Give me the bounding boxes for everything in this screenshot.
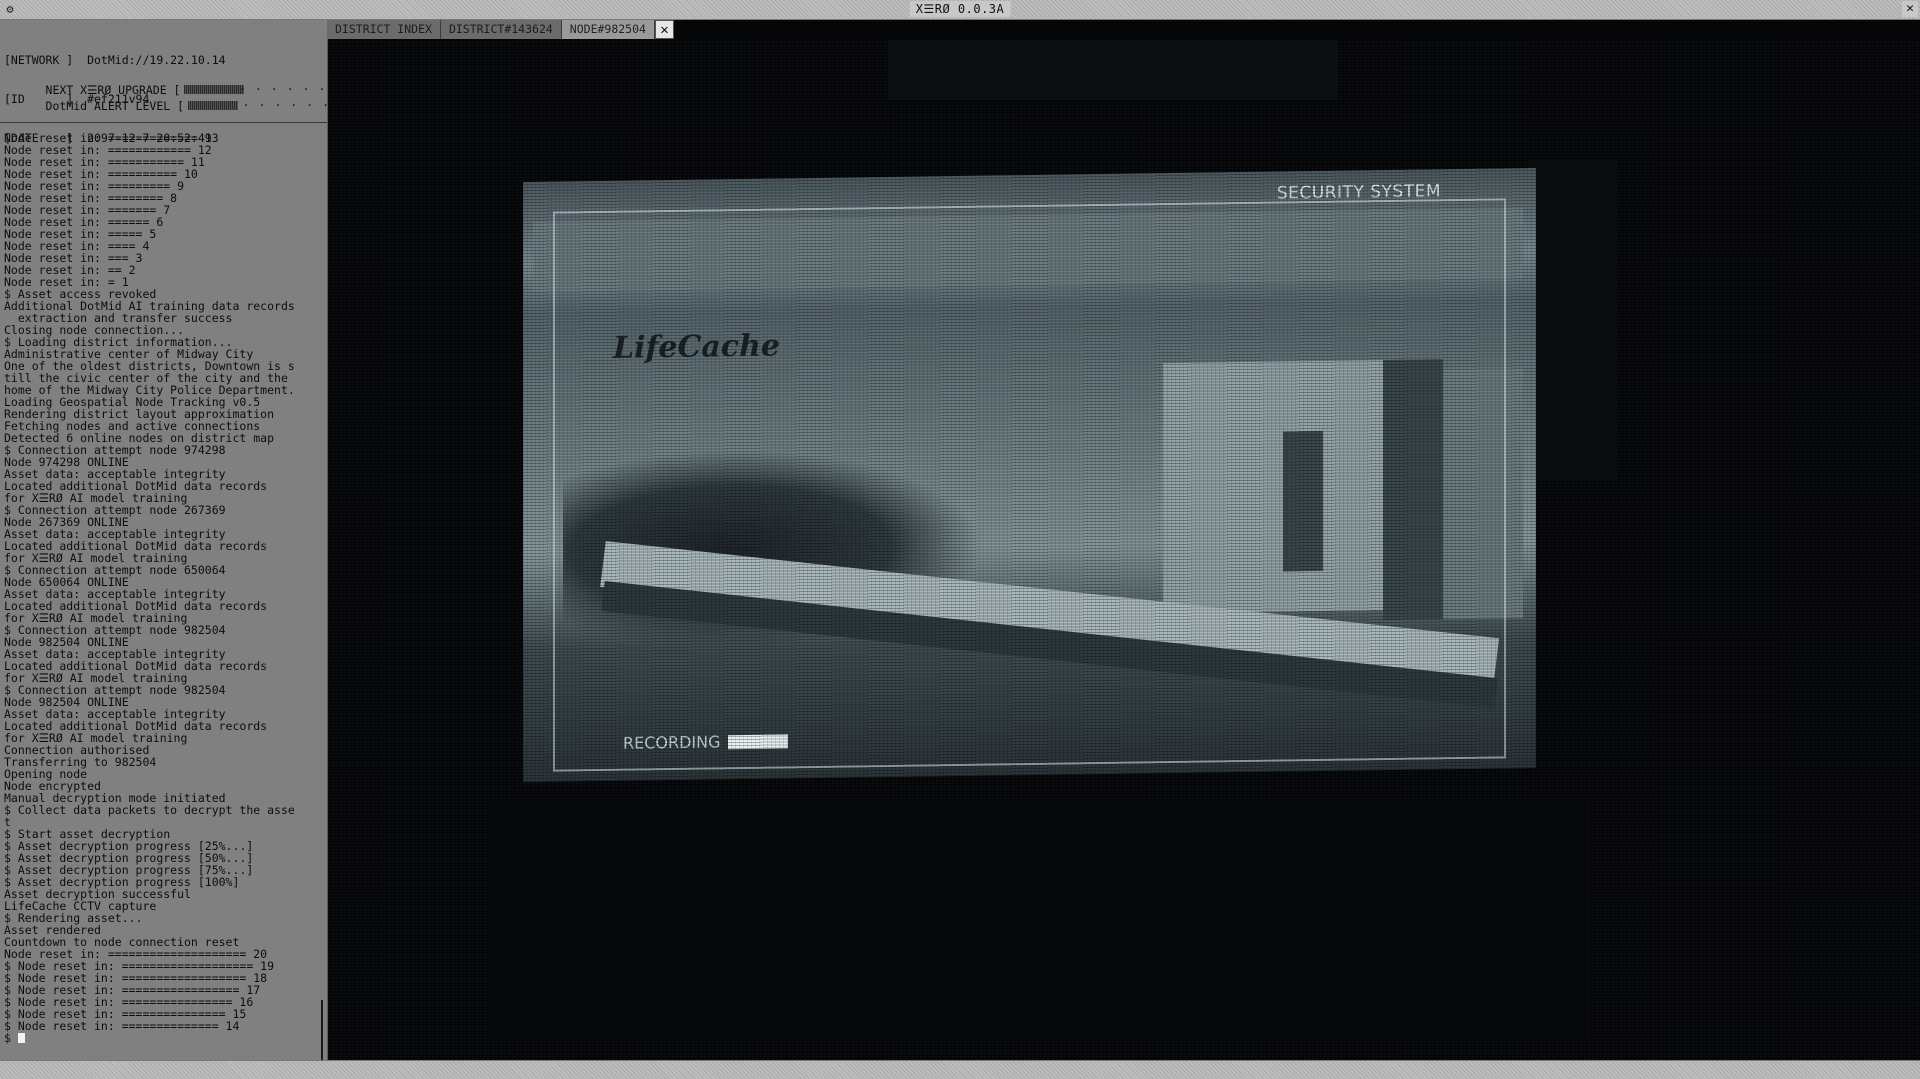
- title-bar: ⚙ X☰RØ 0.0.3A ✕: [0, 0, 1920, 20]
- feed-frame: [553, 198, 1506, 772]
- window-title: X☰RØ 0.0.3A: [909, 1, 1011, 17]
- feed-shape: [601, 581, 1499, 709]
- cctv-capture-image: LifeCache SECURITY SYSTEM RECORDING: [523, 167, 1536, 783]
- feed-recording-indicator: [728, 734, 788, 750]
- feed-shape: [533, 208, 1523, 292]
- cctv-viewer: LifeCache SECURITY SYSTEM RECORDING: [328, 40, 1920, 1060]
- feed-recording-label: RECORDING: [623, 732, 721, 753]
- glitch-block: [888, 40, 1338, 100]
- system-menu-icon[interactable]: ⚙: [3, 2, 17, 16]
- log-prompt-symbol: $: [4, 1031, 18, 1045]
- glitch-block: [488, 800, 1588, 1040]
- feed-shape: [563, 445, 983, 652]
- feed-brand-sign: LifeCache: [613, 328, 780, 366]
- alert-level-bar: ······: [184, 98, 344, 112]
- feed-shape: [1283, 430, 1323, 572]
- feed-shape: [1443, 368, 1523, 620]
- terminal-log[interactable]: Node reset in: ============= 13 Node rese…: [4, 132, 316, 1052]
- log-line: $ Collect data packets to decrypt the as…: [4, 803, 295, 817]
- feed-security-label: SECURITY SYSTEM: [1276, 181, 1441, 204]
- log-prompt[interactable]: $: [4, 1032, 316, 1044]
- text-cursor: [17, 1033, 25, 1043]
- feed-shape: [600, 541, 1500, 685]
- tab-node-982504[interactable]: NODE#982504: [561, 20, 655, 39]
- sidebar-divider: [0, 122, 327, 123]
- alert-level-dots: ······: [242, 98, 339, 112]
- tab-bar: DISTRICT INDEX DISTRICT#143624 NODE#9825…: [327, 20, 674, 40]
- glitch-block: [1528, 160, 1618, 480]
- tab-district-index[interactable]: DISTRICT INDEX: [327, 20, 441, 39]
- log-scrollbar[interactable]: [321, 1000, 323, 1066]
- bottom-bar: [0, 1060, 1920, 1079]
- feed-shape: [1163, 360, 1383, 614]
- window-close-button[interactable]: ✕: [1902, 1, 1918, 17]
- tab-district-143624[interactable]: DISTRICT#143624: [440, 20, 562, 39]
- network-info-line: [NETWORK ] DotMid://19.22.10.14: [4, 53, 226, 67]
- alert-meter: DotMid ALERT LEVEL [······]: [4, 85, 351, 127]
- feed-shape: [1383, 359, 1443, 621]
- alert-level-fill: [188, 101, 239, 110]
- terminal-sidebar: [NETWORK ] DotMid://19.22.10.14 [ID ] #e…: [0, 20, 351, 1066]
- app-window: ⚙ X☰RØ 0.0.3A ✕ [NETWORK ] DotMid://19.2…: [0, 0, 1920, 1079]
- alert-meter-label: DotMid ALERT LEVEL [: [45, 99, 185, 113]
- tab-close-icon[interactable]: ✕: [654, 20, 674, 39]
- log-line: $ Node reset in: ============== 14: [4, 1019, 240, 1033]
